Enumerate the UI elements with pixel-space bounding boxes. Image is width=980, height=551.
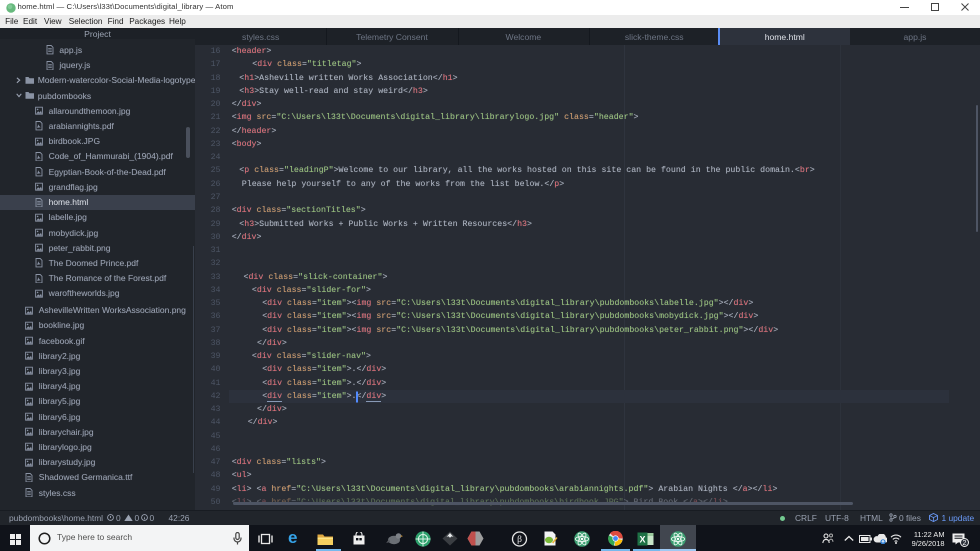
svg-text:X: X (639, 534, 645, 544)
svg-text:2: 2 (963, 540, 967, 547)
svg-text:β: β (517, 535, 522, 545)
